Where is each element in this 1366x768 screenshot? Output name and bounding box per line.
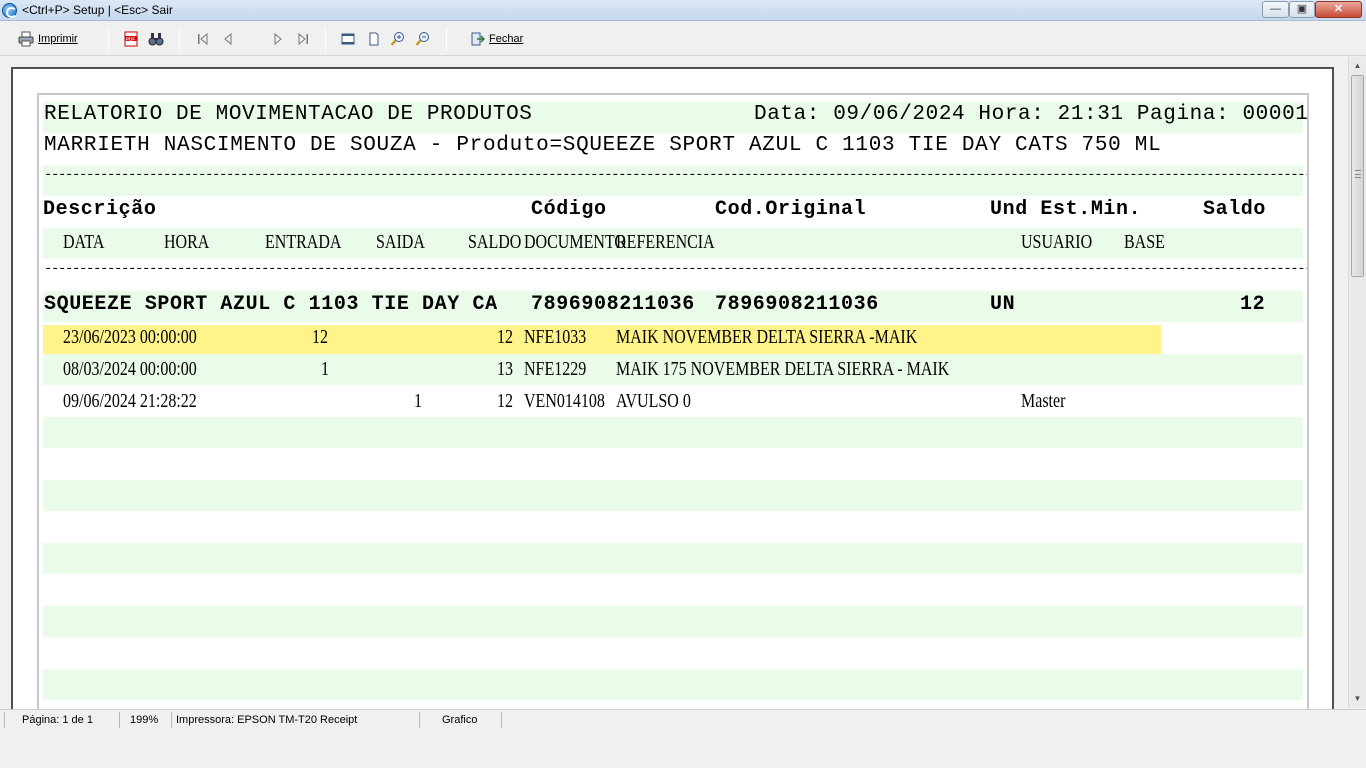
divider-bottom: ----------------------------------------… <box>44 261 1308 277</box>
whole-page-icon <box>366 31 382 47</box>
divider-top: ----------------------------------------… <box>44 167 1308 183</box>
vertical-scrollbar[interactable]: ▲ ▼ <box>1348 57 1366 708</box>
minimize-icon: — <box>1270 3 1281 15</box>
status-page: Página: 1 de 1 <box>18 712 120 728</box>
movement-1-referencia: MAIK NOVEMBER DELTA SIERRA -MAIK <box>616 326 918 348</box>
bottom-area <box>0 729 1366 768</box>
first-page-icon <box>195 31 211 47</box>
exit-icon <box>469 31 485 47</box>
close-report-button[interactable]: Fechar <box>469 27 523 51</box>
product-cod-original: 7896908211036 <box>715 293 879 316</box>
header-saldo: Saldo <box>1203 198 1267 221</box>
zoom-out-icon <box>415 31 431 47</box>
scroll-up-icon[interactable]: ▲ <box>1349 57 1366 74</box>
movement-3-referencia: AVULSO 0 <box>616 390 691 412</box>
movement-3-saldo: 12 <box>497 390 513 412</box>
movement-2-entrada: 1 <box>321 358 329 380</box>
zoom-out-button[interactable] <box>415 27 431 51</box>
product-codigo: 7896908211036 <box>531 293 695 316</box>
close-report-label: Fechar <box>489 33 524 45</box>
maximize-icon: ▣ <box>1296 3 1308 15</box>
whole-page-button[interactable] <box>366 27 382 51</box>
first-page-button[interactable] <box>195 27 211 51</box>
last-page-icon <box>295 31 311 47</box>
movement-3-documento: VEN014108 <box>524 390 605 412</box>
movement-3-usuario: Master <box>1021 390 1066 412</box>
header-cod-original: Cod.Original <box>715 198 867 221</box>
close-icon: ✕ <box>1333 3 1344 15</box>
movement-2-referencia: MAIK 175 NOVEMBER DELTA SIERRA - MAIK <box>616 358 950 380</box>
prev-page-icon <box>220 31 236 47</box>
report-subtitle: MARRIETH NASCIMENTO DE SOUZA - Produto=S… <box>44 134 1162 157</box>
movement-1-entrada: 12 <box>312 326 328 348</box>
page-frame: RELATORIO DE MOVIMENTACAO DE PRODUTOS Da… <box>11 67 1334 710</box>
status-bar: Página: 1 de 1 199% Impressora: EPSON TM… <box>0 709 1366 729</box>
next-page-icon <box>270 31 286 47</box>
report-date-info: Data: 09/06/2024 Hora: 21:31 Pagina: 000… <box>754 103 1309 126</box>
page-width-button[interactable] <box>340 27 356 51</box>
status-zoom: 199% <box>126 712 172 728</box>
movement-1-saldo: 12 <box>497 326 513 348</box>
binoculars-icon <box>148 31 164 47</box>
subheader-base: BASE <box>1124 231 1165 253</box>
movement-1-documento: NFE1033 <box>524 326 587 348</box>
product-saldo: 12 <box>1240 293 1266 316</box>
app-icon <box>2 3 17 18</box>
printer-icon <box>18 31 34 47</box>
product-und: UN <box>990 293 1016 316</box>
prev-page-button[interactable] <box>220 27 236 51</box>
next-page-button[interactable] <box>270 27 286 51</box>
subheader-usuario: USUARIO <box>1021 231 1093 253</box>
scroll-down-icon[interactable]: ▼ <box>1349 690 1366 707</box>
close-window-button[interactable]: ✕ <box>1315 1 1362 18</box>
zoom-in-icon <box>390 31 406 47</box>
subheader-entrada: ENTRADA <box>265 231 342 253</box>
subheader-documento: DOCUMENTO <box>524 231 626 253</box>
report-preview: RELATORIO DE MOVIMENTACAO DE PRODUTOS Da… <box>0 57 1366 710</box>
find-button[interactable] <box>148 27 164 51</box>
pdf-icon: PDF <box>123 31 139 47</box>
print-button-label: Imprimir <box>38 33 78 45</box>
selected-row-highlight <box>43 325 1161 354</box>
pdf-button[interactable]: PDF <box>123 27 139 51</box>
status-printer: Impressora: EPSON TM-T20 Receipt <box>172 712 420 728</box>
movement-2-saldo: 13 <box>497 358 513 380</box>
title-bar: <Ctrl+P> Setup | <Esc> Sair — ▣ ✕ <box>0 0 1366 21</box>
header-codigo: Código <box>531 198 607 221</box>
movement-3-saida: 1 <box>414 390 422 412</box>
status-mode: Grafico <box>438 712 502 728</box>
zoom-in-button[interactable] <box>390 27 406 51</box>
subheader-hora: HORA <box>164 231 210 253</box>
header-descricao: Descrição <box>43 198 157 221</box>
toolbar: Imprimir PDF Fechar <box>0 22 1366 56</box>
report-title: RELATORIO DE MOVIMENTACAO DE PRODUTOS <box>44 103 533 126</box>
movement-2-data-hora: 08/03/2024 00:00:00 <box>63 358 197 380</box>
page-width-icon <box>340 31 356 47</box>
minimize-button[interactable]: — <box>1262 1 1289 18</box>
product-descricao: SQUEEZE SPORT AZUL C 1103 TIE DAY CA <box>44 293 498 316</box>
subheader-saida: SAIDA <box>376 231 425 253</box>
header-und-est-min: Und Est.Min. <box>990 198 1142 221</box>
report-page: RELATORIO DE MOVIMENTACAO DE PRODUTOS Da… <box>37 93 1309 710</box>
movement-3-data-hora: 09/06/2024 21:28:22 <box>63 390 197 412</box>
scroll-thumb[interactable] <box>1351 75 1364 277</box>
subheader-data: DATA <box>63 231 105 253</box>
subheader-saldo: SALDO <box>468 231 522 253</box>
last-page-button[interactable] <box>295 27 311 51</box>
movement-2-documento: NFE1229 <box>524 358 587 380</box>
maximize-button[interactable]: ▣ <box>1289 1 1315 18</box>
subheader-referencia: REFERENCIA <box>616 231 715 253</box>
window-title: <Ctrl+P> Setup | <Esc> Sair <box>22 3 173 17</box>
print-button[interactable]: Imprimir <box>18 27 78 51</box>
movement-1-data-hora: 23/06/2023 00:00:00 <box>63 326 197 348</box>
svg-text:PDF: PDF <box>126 37 135 42</box>
